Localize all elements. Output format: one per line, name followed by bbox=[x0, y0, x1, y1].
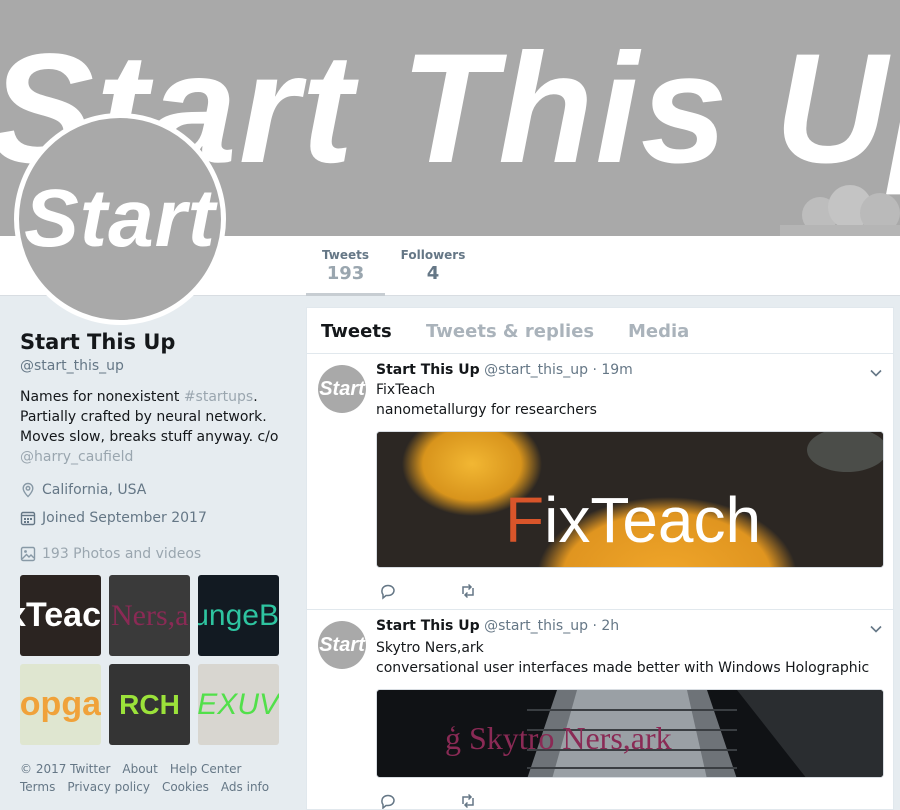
photo-thumbnail[interactable]: ungeB bbox=[198, 575, 279, 656]
footer-link-about[interactable]: About bbox=[122, 762, 157, 776]
location-text: California, USA bbox=[42, 482, 147, 498]
media-title-rest: ixTeach bbox=[544, 484, 762, 556]
reply-icon[interactable] bbox=[379, 792, 397, 810]
tweets-count-label: Tweets bbox=[321, 248, 370, 262]
tweets-count-value: 193 bbox=[326, 263, 365, 284]
footer-link-help[interactable]: Help Center bbox=[170, 762, 242, 776]
tweet-avatar[interactable]: Start bbox=[318, 365, 366, 413]
retweet-icon[interactable] bbox=[459, 582, 477, 600]
photos-videos-label: 193 Photos and videos bbox=[42, 546, 202, 562]
tweet-actions bbox=[379, 582, 539, 600]
profile-avatar[interactable]: Start bbox=[14, 113, 226, 325]
tweet-author-name[interactable]: Start This Up bbox=[376, 618, 480, 634]
location-pin-icon bbox=[22, 482, 34, 498]
profile-joined: Joined September 2017 bbox=[20, 508, 290, 528]
footer-row: © 2017 Twitter About Help Center bbox=[20, 760, 290, 778]
chevron-down-icon[interactable] bbox=[869, 622, 883, 636]
profile-location: California, USA bbox=[20, 480, 290, 500]
profile-avatar-text: Start bbox=[24, 173, 216, 264]
photo-thumbnail[interactable]: EXUV bbox=[198, 664, 279, 745]
tweet-header: Start This Up @start_this_up · 2h bbox=[376, 618, 619, 634]
photo-thumbnail[interactable]: xTeac bbox=[20, 575, 101, 656]
tweet-text-line: Skytro Ners,ark bbox=[376, 640, 484, 656]
followers-count-value: 4 bbox=[426, 263, 440, 284]
footer-link-privacy[interactable]: Privacy policy bbox=[67, 780, 150, 794]
thumbnail-text: RCH bbox=[119, 688, 180, 720]
profile-card: Start This Up @start_this_up Names for n… bbox=[20, 330, 290, 564]
joined-text: Joined September 2017 bbox=[42, 510, 207, 526]
footer-link-ads[interactable]: Ads info bbox=[221, 780, 269, 794]
profile-bio: Names for nonexistent #startups. Partial… bbox=[20, 387, 290, 467]
tweet-timestamp[interactable]: · 2h bbox=[592, 618, 619, 634]
retweet-icon[interactable] bbox=[459, 792, 477, 810]
media-title: ģ Skytro Ners,ark bbox=[445, 718, 672, 758]
bio-hashtag-link[interactable]: #startups bbox=[184, 389, 253, 405]
followers-count-tab[interactable]: Followers 4 bbox=[396, 236, 470, 296]
footer-row: Terms Privacy policy Cookies Ads info bbox=[20, 778, 290, 796]
chevron-down-icon[interactable] bbox=[869, 366, 883, 380]
site-footer: © 2017 Twitter About Help Center Terms Priv… bbox=[20, 760, 290, 796]
photo-thumbnail[interactable]: RCH bbox=[109, 664, 190, 745]
calendar-icon bbox=[20, 511, 36, 526]
tweet-avatar[interactable]: Start bbox=[318, 621, 366, 669]
media-title: FixTeach bbox=[505, 482, 761, 558]
footer-copyright: © 2017 Twitter bbox=[20, 762, 111, 776]
followers-count-label: Followers bbox=[400, 248, 466, 262]
bio-text: Moves slow, breaks stuff anyway. c/o bbox=[20, 429, 279, 445]
reply-icon[interactable] bbox=[379, 582, 397, 600]
tweet-avatar-text: Start bbox=[319, 633, 365, 656]
media-title-first: F bbox=[505, 484, 545, 556]
tweet-media-image[interactable]: ģ Skytro Ners,ark bbox=[376, 689, 884, 778]
banner-tree-decoration bbox=[780, 185, 900, 236]
tweet-header: Start This Up @start_this_up · 19m bbox=[376, 362, 633, 378]
timeline-panel: Tweets Tweets & replies Media Start Star… bbox=[306, 307, 894, 810]
media-glyph: ģ bbox=[445, 720, 461, 756]
tab-media[interactable]: Media bbox=[628, 321, 689, 342]
tab-tweets[interactable]: Tweets bbox=[321, 321, 392, 342]
media-title-text: Skytro Ners,ark bbox=[469, 720, 672, 756]
thumbnail-text: Ners,a bbox=[111, 598, 189, 632]
footer-link-cookies[interactable]: Cookies bbox=[162, 780, 209, 794]
thumbnail-text: opga bbox=[20, 685, 101, 723]
tweet-text-line: FixTeach bbox=[376, 382, 436, 398]
tweet-author-handle[interactable]: @start_this_up bbox=[484, 618, 588, 634]
tweet-text-line: nanometallurgy for researchers bbox=[376, 402, 597, 418]
timeline-tabs: Tweets Tweets & replies Media bbox=[307, 308, 893, 354]
tab-tweets-replies[interactable]: Tweets & replies bbox=[426, 321, 594, 342]
tweets-count-tab[interactable]: Tweets 193 bbox=[306, 236, 385, 296]
photo-thumbnail[interactable]: opga bbox=[20, 664, 101, 745]
bio-text: . bbox=[253, 389, 258, 405]
thumbnail-text: ungeB bbox=[198, 598, 279, 632]
thumbnail-text: xTeac bbox=[20, 596, 101, 634]
tweet-text-line: conversational user interfaces made bett… bbox=[376, 660, 870, 676]
photo-thumbnail[interactable]: Ners,a bbox=[109, 575, 190, 656]
profile-name[interactable]: Start This Up bbox=[20, 330, 290, 354]
tweet-author-name[interactable]: Start This Up bbox=[376, 362, 480, 378]
bio-text: Partially crafted by neural network. bbox=[20, 409, 267, 425]
footer-link-terms[interactable]: Terms bbox=[20, 780, 55, 794]
bio-mention-link[interactable]: @harry_caufield bbox=[20, 449, 133, 465]
tweet-author-handle[interactable]: @start_this_up bbox=[484, 362, 588, 378]
bio-text: Names for nonexistent bbox=[20, 389, 184, 405]
thumbnail-text: EXUV bbox=[198, 687, 279, 721]
tweet-actions bbox=[379, 792, 539, 810]
image-icon bbox=[20, 546, 36, 562]
photos-videos-link[interactable]: 193 Photos and videos bbox=[20, 544, 290, 564]
tweet-avatar-text: Start bbox=[319, 377, 365, 400]
tweet-media-image[interactable]: FixTeach bbox=[376, 431, 884, 568]
tweet-timestamp[interactable]: · 19m bbox=[592, 362, 632, 378]
profile-handle[interactable]: @start_this_up bbox=[20, 358, 290, 374]
photo-grid: xTeac Ners,a ungeB opga RCH EXUV bbox=[20, 575, 280, 745]
